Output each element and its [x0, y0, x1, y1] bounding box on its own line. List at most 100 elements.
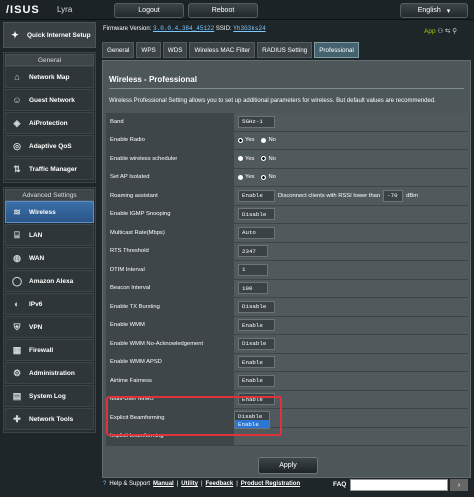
lan-icon: ⌸	[14, 229, 20, 240]
radio-yes[interactable]: Yes	[238, 137, 254, 143]
sidebar-item-network-tools[interactable]: ✚ Network Tools	[5, 408, 94, 430]
sidebar-item-amazon-alexa[interactable]: ◯ Amazon Alexa	[5, 270, 94, 292]
table-row: Band 5GHz-1	[106, 113, 468, 132]
network-map-icon: ⌂	[14, 72, 20, 82]
sidebar-item-guest-network[interactable]: ☺ Guest Network	[5, 89, 94, 111]
airtime-select[interactable]: Enable	[238, 374, 275, 387]
sidebar-item-lan[interactable]: ⌸ LAN	[5, 224, 94, 246]
row-label: Multicast Rate(Mbps)	[106, 224, 234, 242]
reboot-button[interactable]: Reboot	[188, 3, 258, 18]
row-label: Band	[106, 113, 234, 131]
wmm-select[interactable]: Enable	[238, 319, 275, 332]
radio-no[interactable]: No	[261, 174, 276, 181]
dtim-input[interactable]: 1	[238, 263, 268, 276]
sidebar-item-adaptive-qos[interactable]: ◎ Adaptive QoS	[5, 135, 94, 157]
faq-label: FAQ	[333, 481, 347, 488]
language-label: English	[417, 7, 441, 14]
rts-input[interactable]: 2347	[238, 245, 268, 258]
sidebar-item-wan[interactable]: ◍ WAN	[5, 247, 94, 269]
app-link[interactable]: App ⚇ ⇆ ⚲	[424, 27, 457, 35]
traffic-icon: ⇅	[13, 163, 21, 174]
tx-burst-select[interactable]: Disable	[238, 300, 275, 313]
vpn-icon: ⛨	[13, 321, 21, 332]
table-row: Enable WMM Enable	[106, 316, 468, 335]
radio-dot	[261, 156, 267, 162]
divider	[109, 88, 464, 89]
sidebar-item-label: Adaptive QoS	[29, 142, 72, 150]
tab-radius[interactable]: RADIUS Setting	[257, 42, 313, 58]
ssid-label: SSID:	[215, 26, 232, 32]
radio-no[interactable]: No	[261, 155, 276, 162]
table-row: Roaming assistant Enable Disconnect client…	[106, 187, 468, 206]
igmp-select[interactable]: Disable	[238, 208, 275, 221]
sidebar-item-ipv6[interactable]: ◐ IPv6	[5, 293, 94, 315]
explicit-beamforming-dropdown[interactable]: Disable Enable	[234, 411, 270, 429]
roaming-text: Disconnect clients with RSSI lower than	[278, 192, 381, 199]
status-icons: ⚇ ⇆ ⚲	[437, 28, 458, 35]
manual-link[interactable]: Manual	[153, 481, 174, 487]
search-icon[interactable]: ›	[450, 479, 468, 491]
radio-label: No	[268, 174, 276, 181]
band-select[interactable]: 5GHz-1	[238, 115, 275, 128]
firewall-icon: ▦	[12, 344, 22, 355]
sidebar-item-aiprotection[interactable]: ◈ AiProtection	[5, 112, 94, 134]
row-label: Beacon Interval	[106, 279, 234, 297]
page-title: Wireless - Professional	[109, 75, 197, 84]
dropdown-option-selected[interactable]: Enable	[235, 420, 269, 428]
sidebar-item-firewall[interactable]: ▦ Firewall	[5, 339, 94, 361]
feedback-link[interactable]: Feedback	[206, 481, 234, 487]
content-panel: Wireless - Professional Wireless Profess…	[102, 60, 471, 478]
language-select[interactable]: English ▾	[400, 3, 468, 18]
sidebar-item-wireless[interactable]: ≋ Wireless	[5, 201, 94, 223]
footer: ? Help & Support Manual | Utility | Feed…	[103, 481, 300, 487]
table-row: Enable Radio Yes No	[106, 131, 468, 150]
row-label: Enable WMM No-Acknowledgement	[106, 335, 234, 353]
sidebar-item-administration[interactable]: ⚙ Administration	[5, 362, 94, 384]
wifi-icon: ≋	[13, 206, 21, 217]
radio-no[interactable]: No	[261, 137, 276, 143]
beacon-input[interactable]: 100	[238, 282, 268, 295]
sidebar-item-qis[interactable]: ✦ Quick Internet Setup	[3, 22, 96, 48]
rssi-unit: dBm	[406, 192, 419, 199]
wmm-apsd-select[interactable]: Enable	[238, 356, 275, 369]
product-registration-link[interactable]: Product Registration	[241, 481, 300, 487]
table-row: Airtime Fairness Enable	[106, 372, 468, 391]
firmware-label: Firmware Version:	[103, 26, 152, 32]
rssi-input[interactable]: -70	[383, 189, 404, 202]
app-label: App	[424, 28, 436, 35]
apply-button[interactable]: Apply	[258, 457, 318, 474]
sidebar-item-system-log[interactable]: ▤ System Log	[5, 385, 94, 407]
sidebar-item-vpn[interactable]: ⛨ VPN	[5, 316, 94, 338]
row-label: RTS Threshold	[106, 242, 234, 260]
mu-mimo-select[interactable]: Enable	[238, 393, 275, 406]
help-support-label: Help & Support	[109, 481, 151, 487]
utility-link[interactable]: Utility	[181, 481, 198, 487]
roaming-select[interactable]: Enable	[238, 189, 275, 202]
tab-general[interactable]: General	[102, 42, 135, 58]
tab-mac-filter[interactable]: Wireless MAC Filter	[189, 42, 256, 58]
sidebar-item-label: Traffic Manager	[29, 165, 78, 173]
tab-bar: General WPS WDS Wireless MAC Filter RADI…	[102, 42, 359, 58]
faq-search-input[interactable]	[350, 479, 448, 491]
ipv6-icon: ◐	[14, 299, 20, 309]
table-row: Enable IGMP Snooping Disable	[106, 205, 468, 224]
logout-button[interactable]: Logout	[114, 3, 184, 18]
radio-yes[interactable]: Yes	[238, 174, 254, 180]
firmware-link[interactable]: 3.0.0.4.384_45122	[153, 25, 214, 32]
multicast-select[interactable]: Auto	[238, 226, 275, 239]
sidebar-item-network-map[interactable]: ⌂ Network Map	[5, 66, 94, 88]
row-label: Multi-User MIMO	[106, 390, 234, 408]
sidebar-item-traffic-manager[interactable]: ⇅ Traffic Manager	[5, 158, 94, 180]
tab-wds[interactable]: WDS	[162, 42, 188, 58]
radio-yes[interactable]: Yes	[238, 156, 254, 162]
sidebar-item-label: VPN	[29, 323, 43, 331]
tab-wps[interactable]: WPS	[136, 42, 161, 58]
radio-label: No	[268, 155, 276, 162]
wmm-noack-select[interactable]: Disable	[238, 337, 275, 350]
asus-logo: /ISUS	[6, 4, 40, 16]
ssid-link[interactable]: Yh3G3ks24	[233, 25, 265, 32]
radio-dot	[261, 137, 267, 143]
tab-professional[interactable]: Professional	[314, 42, 359, 58]
tools-icon: ✚	[13, 413, 21, 424]
dropdown-option[interactable]: Disable	[235, 412, 269, 420]
